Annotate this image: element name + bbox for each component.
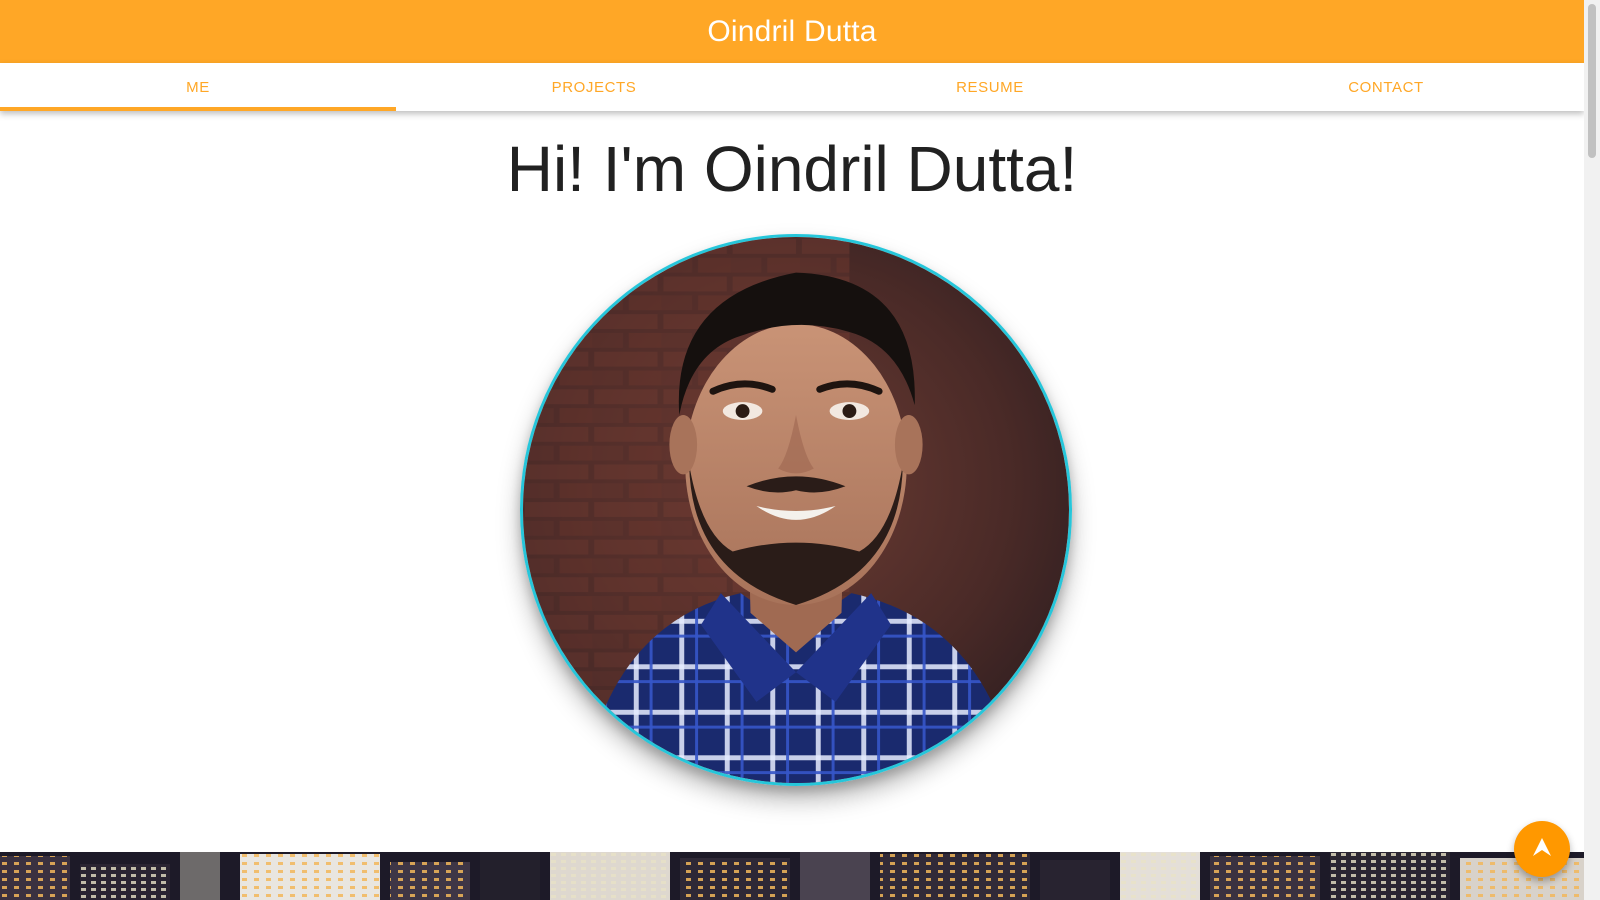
- nav-tabs: ME PROJECTS RESUME CONTACT: [0, 63, 1584, 111]
- profile-photo: [520, 234, 1072, 786]
- hero-heading: Hi! I'm Oindril Dutta!: [506, 133, 1078, 205]
- cityscape-banner: [0, 852, 1584, 900]
- arrow-up-icon: [1531, 836, 1553, 863]
- tab-me[interactable]: ME: [0, 63, 396, 111]
- tab-resume[interactable]: RESUME: [792, 63, 1188, 111]
- scroll-top-button[interactable]: [1514, 821, 1570, 877]
- site-title: Oindril Dutta: [707, 14, 877, 48]
- page: Oindril Dutta ME PROJECTS RESUME CONTACT…: [0, 0, 1584, 900]
- site-header: Oindril Dutta: [0, 0, 1584, 63]
- scrollbar-thumb[interactable]: [1588, 4, 1596, 158]
- page-scrollbar[interactable]: [1584, 0, 1600, 900]
- tab-projects[interactable]: PROJECTS: [396, 63, 792, 111]
- tab-contact[interactable]: CONTACT: [1188, 63, 1584, 111]
